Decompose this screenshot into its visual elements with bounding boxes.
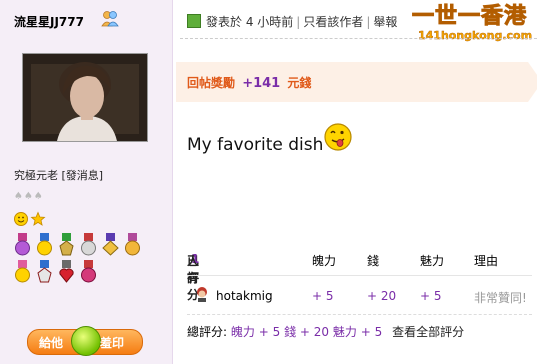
medal-icon[interactable]: [13, 233, 32, 257]
send-message-link[interactable]: [發消息]: [62, 169, 104, 182]
rank-stars: ♠♠♠: [14, 191, 44, 202]
total-label: 總評分:: [187, 325, 228, 339]
medal-icon[interactable]: [123, 233, 142, 257]
author-rank: 究極元老 [發消息]: [14, 167, 103, 183]
table-row: hotakmig + 5 + 20 + 5 非常贊同!: [187, 286, 532, 306]
rater-money: + 20: [367, 289, 397, 303]
reward-label: 回帖獎勵: [187, 76, 236, 90]
users-icon: [101, 11, 119, 27]
total-power-label: 魄力: [230, 325, 255, 339]
post-body: My favorite dish: [187, 135, 324, 155]
reward-amount: +141: [242, 76, 281, 91]
site-logo-en: 141hongkong.com: [418, 29, 533, 42]
green-ball-icon: [71, 326, 101, 356]
col-power: 魄力: [312, 254, 337, 268]
give-button-left: 給他: [39, 336, 64, 350]
medal-icon[interactable]: [35, 233, 54, 257]
medal-icon[interactable]: [13, 260, 32, 284]
medal-icon[interactable]: [101, 233, 120, 257]
rating-divider-bottom: [187, 314, 532, 315]
total-money: + 20: [299, 325, 330, 339]
medal-icon[interactable]: [35, 260, 54, 284]
total-power: + 5: [258, 325, 281, 339]
rating-divider: [187, 275, 532, 276]
rater-reason: 非常贊同!: [474, 291, 527, 305]
post-meta-bar: 發表於 4 小時前 | 只看該作者 | 舉報: [187, 13, 397, 30]
post-icon: [187, 14, 201, 28]
rating-table: 已有 1 人評分 魄力 錢 魅力 理由 hotakmig + 5 + 20 + …: [187, 252, 532, 339]
status-icons: [14, 211, 46, 230]
tongue-smiley-icon: [324, 123, 352, 151]
header-divider: [180, 38, 537, 39]
give-button-right: 羞印: [100, 336, 125, 350]
site-logo-cn: 一世一香港: [412, 4, 528, 30]
rater-power: + 5: [312, 289, 334, 303]
rating-header: 已有 1 人評分 魄力 錢 魅力 理由: [187, 252, 532, 302]
reward-unit: 元錢: [287, 76, 312, 90]
medal-icon[interactable]: [57, 233, 76, 257]
site-logo: 一世一香港 141hongkong.com: [412, 4, 534, 46]
rater-charm: + 5: [420, 289, 442, 303]
medal-list: [13, 233, 163, 287]
col-charm: 魅力: [420, 254, 445, 268]
only-author-link[interactable]: 只看該作者: [303, 15, 363, 29]
author-avatar[interactable]: [22, 53, 148, 142]
reply-reward-banner: 回帖獎勵 +141 元錢: [176, 62, 537, 102]
report-link[interactable]: 舉報: [373, 15, 397, 29]
author-sidebar: 流星星JJ777 究極元老 [發消息] ♠♠♠ 給他 羞印: [0, 0, 173, 364]
col-money: 錢: [367, 254, 380, 268]
rank-title: 究極元老: [14, 169, 58, 182]
post-time: 發表於 4 小時前: [206, 15, 294, 29]
author-name[interactable]: 流星星JJ777: [14, 13, 84, 30]
medal-icon[interactable]: [79, 260, 98, 284]
smile-icon: [14, 212, 28, 226]
view-all-ratings-link[interactable]: 查看全部評分: [392, 325, 464, 339]
medal-icon[interactable]: [79, 233, 98, 257]
star-icon: [30, 211, 46, 226]
rating-total: 總評分: 魄力 + 5 錢 + 20 魅力 + 5 查看全部評分: [187, 323, 464, 340]
give-mark-button[interactable]: 給他 羞印: [27, 326, 143, 356]
rater-name[interactable]: hotakmig: [216, 289, 273, 303]
total-charm: + 5: [360, 325, 383, 339]
total-money-label: 錢: [284, 325, 297, 339]
col-reason: 理由: [474, 254, 499, 268]
total-charm-label: 魅力: [332, 325, 357, 339]
rater-avatar-icon: [197, 287, 207, 302]
medal-icon[interactable]: [57, 260, 76, 284]
